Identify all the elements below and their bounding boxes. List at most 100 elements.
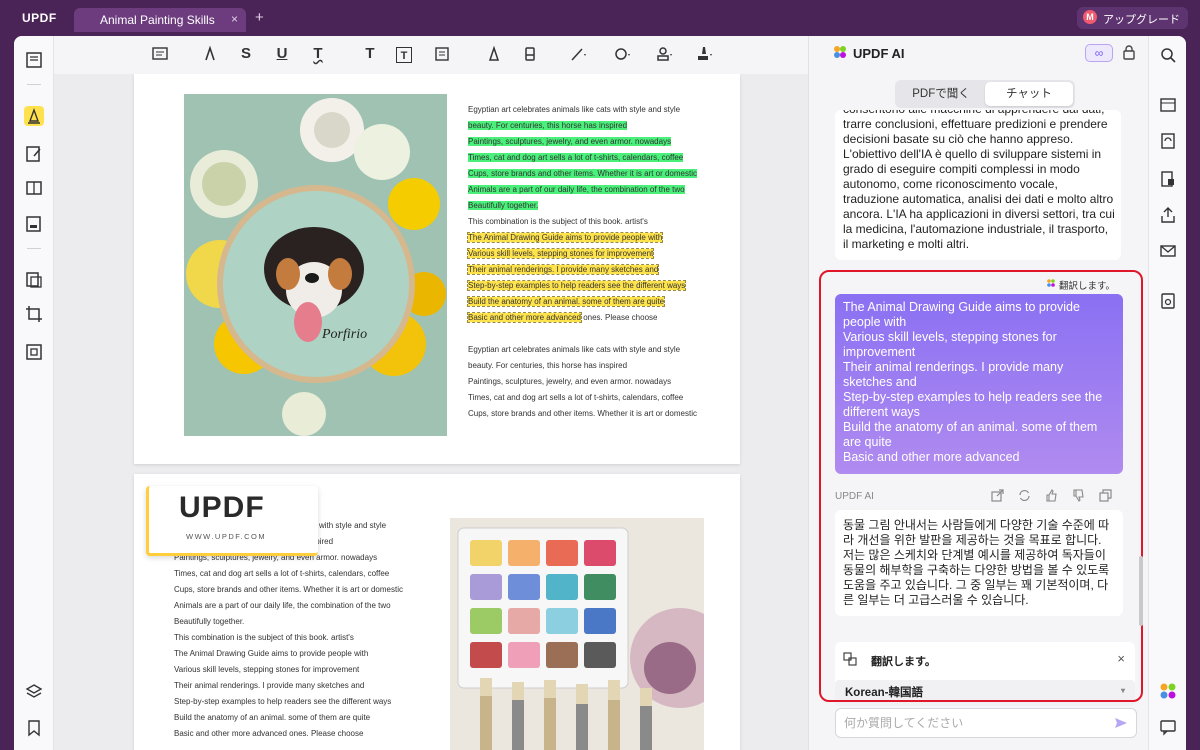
avatar: M [1083, 10, 1097, 24]
mail-icon[interactable] [1159, 242, 1177, 260]
highlighted-line[interactable]: Animals are a part of our daily life, th… [468, 185, 685, 194]
text-line: Cups, store brands and other items. Whet… [174, 585, 403, 594]
embroidery-signature: Porfirio [321, 327, 367, 342]
text-line: This combination is the subject of this … [468, 217, 648, 226]
previous-ai-message-text: consentono alle macchine di apprendere d… [843, 110, 1115, 251]
stamp-logo-text: UPDF [179, 491, 265, 524]
text-line: Build the anatomy of an animal. some of … [174, 713, 371, 722]
text-line: This combination is the subject of this … [174, 633, 354, 642]
text-line: Beautifully together. [174, 617, 245, 626]
share-icon[interactable] [1159, 206, 1177, 224]
tab-ask-pdf[interactable]: PDFで聞く [897, 82, 985, 106]
selected-line[interactable]: Their animal renderings. I provide many … [466, 264, 660, 275]
upgrade-label: アップグレード [1103, 14, 1180, 26]
upgrade-button[interactable]: M アップグレード [1077, 7, 1188, 29]
protect-file-icon[interactable] [1159, 170, 1177, 188]
ocr-icon[interactable] [1159, 96, 1177, 114]
underline-button[interactable]: U [272, 45, 292, 65]
text-line: The Animal Drawing Guide aims to provide… [174, 649, 369, 658]
text-line: Step-by-step examples to help readers se… [174, 697, 392, 706]
reader-icon[interactable] [24, 50, 44, 70]
embroidery-photo: Porfirio [184, 94, 447, 436]
tab-chat[interactable]: チャット [985, 82, 1073, 106]
app-logo: UPDF [22, 11, 57, 25]
convert-file-icon[interactable] [1159, 132, 1177, 150]
comment-icon[interactable] [1159, 718, 1177, 736]
text-line: Various skill levels, stepping stones fo… [174, 665, 360, 674]
new-tab-button[interactable]: + [255, 9, 264, 26]
previous-ai-message: consentono alle macchine di apprendere d… [835, 110, 1121, 260]
highlighted-line[interactable]: Beautifully together. [468, 201, 539, 210]
edit-pdf-icon[interactable] [24, 144, 44, 164]
selected-line[interactable]: Various skill levels, stepping stones fo… [466, 248, 655, 259]
text-line: beauty. For centuries, this horse has in… [468, 361, 628, 370]
highlighted-line[interactable]: beauty. For centuries, this horse has in… [468, 121, 628, 130]
app-logo-text: UPDF [22, 11, 57, 25]
text-line: Animals are a part of our daily life, th… [174, 601, 391, 610]
text-line: Basic and other more advanced ones. Plea… [174, 729, 364, 738]
divider [27, 248, 41, 249]
tab-close-icon[interactable]: × [231, 12, 238, 26]
line-tool-icon[interactable] [568, 45, 588, 65]
selected-line[interactable]: Build the anatomy of an animal. some of … [466, 296, 666, 307]
tab-document[interactable]: Animal Painting Skills × [74, 8, 246, 32]
crop-icon[interactable] [24, 304, 44, 324]
left-tool-rail [14, 36, 54, 750]
tab-title: Animal Painting Skills [100, 13, 215, 27]
text-line: Egyptian art celebrates animals like cat… [468, 105, 681, 114]
text-callout-icon[interactable] [432, 45, 452, 65]
document-viewer[interactable]: Porfirio Egyptian art celebrates animals… [54, 74, 808, 750]
highlighted-line[interactable]: Paintings, sculptures, jewelry, and even… [468, 137, 672, 146]
pdf-page-2: Egyptian art celebrates animals like cat… [134, 474, 740, 750]
send-icon[interactable] [1114, 716, 1128, 730]
chat-input-box [835, 708, 1137, 738]
organize-pages-icon[interactable] [24, 178, 44, 198]
text-line-tail: ones. Please choose [580, 313, 658, 322]
convert-icon[interactable] [24, 270, 44, 290]
chat-scrollbar[interactable] [1139, 556, 1143, 626]
divider [27, 84, 41, 85]
protect-icon[interactable] [24, 342, 44, 362]
highlighted-line[interactable]: Cups, store brands and other items. Whet… [468, 169, 697, 178]
lock-icon[interactable] [1122, 44, 1136, 60]
text-button[interactable]: T [360, 45, 380, 65]
selected-line[interactable]: Step-by-step examples to help readers se… [466, 280, 687, 291]
ai-logo-icon [834, 46, 846, 58]
comment-tool-icon[interactable] [24, 106, 44, 126]
pencil-icon[interactable] [484, 45, 504, 65]
ai-sparkle-icon[interactable] [1159, 682, 1177, 700]
main-window: S U T T T Porfirio Egyptian art celebrat… [14, 36, 1186, 750]
save-icon[interactable] [1159, 292, 1177, 310]
signature-tool-icon[interactable] [694, 45, 714, 65]
text-line: Paintings, sculptures, jewelry, and even… [468, 377, 672, 386]
stamp-tool-icon[interactable] [654, 45, 674, 65]
selected-line[interactable]: The Animal Drawing Guide aims to provide… [466, 232, 664, 243]
pdf-page-1: Porfirio Egyptian art celebrates animals… [134, 74, 740, 464]
strikethrough-button[interactable]: S [236, 45, 256, 65]
ai-assistant-panel: UPDF AI ∞ PDFで聞く チャット consentono alle ma… [808, 36, 1148, 750]
bookmark-icon[interactable] [24, 718, 44, 738]
form-icon[interactable] [24, 214, 44, 234]
squiggly-button[interactable]: T [308, 45, 328, 65]
chat-input[interactable] [836, 709, 1096, 737]
ai-header: UPDF AI ∞ [809, 36, 1149, 72]
focus-frame [819, 270, 1143, 702]
highlighter-icon[interactable] [200, 45, 220, 65]
mode-switch: PDFで聞く チャット [895, 80, 1075, 108]
right-sidebar [1148, 36, 1186, 750]
text-line: Times, cat and dog art sells a lot of t-… [174, 569, 390, 578]
eraser-icon[interactable] [520, 45, 540, 65]
title-bar: UPDF Animal Painting Skills × + M アップグレー… [0, 0, 1200, 36]
paint-palette-photo [450, 518, 704, 750]
sticky-note-icon[interactable] [150, 45, 170, 65]
ai-title: UPDF AI [853, 46, 905, 61]
highlighted-line[interactable]: Times, cat and dog art sells a lot of t-… [468, 153, 684, 162]
layers-icon[interactable] [24, 682, 44, 702]
selected-line[interactable]: Basic and other more advanced [467, 312, 582, 323]
search-icon[interactable] [1159, 46, 1177, 64]
updf-stamp[interactable]: UPDF WWW.UPDF.COM [146, 486, 318, 556]
text-box-button[interactable]: T [396, 47, 412, 63]
shape-tool-icon[interactable] [612, 45, 632, 65]
infinity-icon[interactable]: ∞ [1085, 44, 1113, 62]
